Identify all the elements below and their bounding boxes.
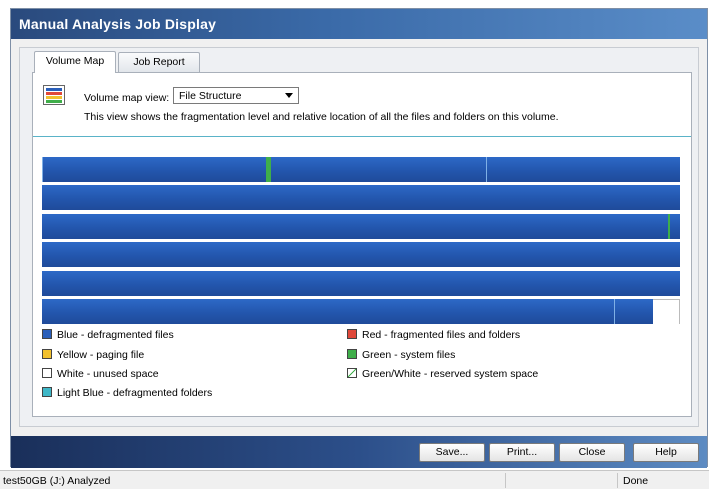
map-row [42,299,680,324]
volume-map-description: This view shows the fragmentation level … [84,111,559,123]
legend-item: Green/White - reserved system space [347,368,538,380]
legend-label: Light Blue - defragmented folders [57,387,213,399]
print-button[interactable]: Print... [489,443,555,462]
legend-label: Green - system files [362,349,456,361]
status-divider [617,473,618,488]
legend-item: Yellow - paging file [42,349,144,361]
legend-swatch [42,387,52,397]
tab-job-report[interactable]: Job Report [118,52,200,72]
map-segment [486,157,487,182]
map-row [42,242,680,267]
volume-map-header: Volume map view: File Structure This vie… [33,73,691,137]
save-button[interactable]: Save... [419,443,485,462]
status-divider [505,473,506,488]
map-segment [42,157,43,182]
legend-item: Red - fragmented files and folders [347,329,520,341]
volume-map-view-value: File Structure [179,90,242,102]
legend-item: Green - system files [347,349,455,361]
content-area: Volume Map Job Report Volume map view: F… [19,47,699,427]
status-done: Done [623,475,649,487]
legend-swatch [42,349,52,359]
analysis-window: Manual Analysis Job Display Volume Map J… [10,8,708,468]
legend-swatch [42,368,52,378]
map-row [42,214,680,239]
map-row [42,185,680,210]
title-bar: Manual Analysis Job Display [11,9,707,39]
legend-label: Yellow - paging file [57,349,145,361]
status-bar: test50GB (J:) Analyzed Done [0,470,709,489]
legend-item: Light Blue - defragmented folders [42,387,212,399]
map-segment [653,299,680,324]
legend-label: White - unused space [57,368,159,380]
legend-label: Red - fragmented files and folders [362,329,521,341]
volume-map-view-label: Volume map view: [84,92,170,104]
legend-label: Green/White - reserved system space [362,368,539,380]
volume-map-view-select[interactable]: File Structure [173,87,299,104]
volume-map-icon [43,85,65,105]
map-segment [668,214,670,239]
legend-swatch [347,329,357,339]
legend-swatch [42,329,52,339]
legend-label: Blue - defragmented files [57,329,174,341]
legend-item: Blue - defragmented files [42,329,174,341]
status-text: test50GB (J:) Analyzed [3,475,111,487]
help-button[interactable]: Help [633,443,699,462]
map-segment [614,299,615,324]
tab-volume-map[interactable]: Volume Map [34,51,116,73]
button-bar: Save... Print... Close Help [11,436,707,468]
legend-swatch [347,349,357,359]
map-row [42,271,680,296]
close-button[interactable]: Close [559,443,625,462]
map-segment [266,157,271,182]
map-row [42,157,680,182]
volume-map-panel: Volume map view: File Structure This vie… [32,72,692,417]
legend-swatch [347,368,357,378]
legend-item: White - unused space [42,368,159,380]
chevron-down-icon [285,93,293,98]
window-title: Manual Analysis Job Display [19,16,217,32]
